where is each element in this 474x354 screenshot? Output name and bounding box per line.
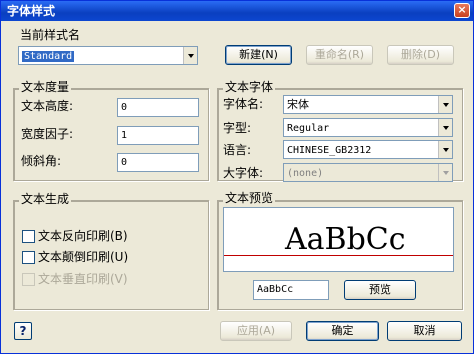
- window-title: 字体样式: [7, 4, 56, 18]
- cancel-button[interactable]: 取消: [387, 321, 462, 341]
- title-bar[interactable]: 字体样式 ×: [1, 1, 473, 21]
- new-style-button[interactable]: 新建(N): [225, 45, 292, 65]
- text-font-title: 文本字体: [223, 80, 276, 94]
- rename-style-button[interactable]: 重命名(R): [306, 45, 373, 65]
- chevron-down-icon[interactable]: [438, 96, 452, 113]
- preview-baseline: [224, 255, 453, 256]
- font-name-label: 字体名:: [223, 97, 264, 111]
- ok-button[interactable]: 确定: [306, 321, 379, 341]
- width-factor-input[interactable]: 1: [117, 126, 199, 145]
- language-select[interactable]: CHINESE_GB2312: [283, 140, 453, 159]
- font-name-value: 宋体: [287, 98, 309, 111]
- current-style-value: Standard: [22, 51, 75, 62]
- language-label: 语言:: [223, 143, 252, 157]
- text-height-label: 文本高度:: [21, 99, 74, 113]
- text-height-input[interactable]: 0: [117, 98, 199, 117]
- text-preview-title: 文本预览: [223, 191, 276, 205]
- current-style-label: 当前样式名: [20, 28, 81, 42]
- apply-button[interactable]: 应用(A): [220, 321, 292, 341]
- chevron-down-icon[interactable]: [183, 47, 197, 64]
- oblique-angle-label: 倾斜角:: [21, 154, 62, 168]
- text-measure-title: 文本度量: [19, 80, 72, 94]
- preview-sample-text: AaBbCc: [285, 222, 406, 257]
- chevron-down-icon[interactable]: [438, 141, 452, 158]
- chevron-down-icon[interactable]: [438, 119, 452, 136]
- font-style-label: 字型:: [223, 121, 252, 135]
- close-icon[interactable]: ×: [454, 3, 470, 18]
- current-style-select[interactable]: Standard: [18, 46, 198, 65]
- font-style-dialog: 字体样式 × 当前样式名 Standard 新建(N) 重命名(R) 删除(D)…: [0, 0, 474, 354]
- backwards-label[interactable]: 文本反向印刷(B): [38, 229, 128, 243]
- upside-down-label[interactable]: 文本颠倒印刷(U): [38, 250, 128, 264]
- font-name-select[interactable]: 宋体: [283, 95, 453, 114]
- vertical-checkbox[interactable]: [22, 273, 35, 286]
- width-factor-label: 宽度因子:: [21, 127, 74, 141]
- help-icon[interactable]: ?: [14, 322, 32, 340]
- vertical-label[interactable]: 文本垂直印刷(V): [38, 272, 128, 286]
- chevron-down-icon[interactable]: [438, 164, 452, 181]
- preview-button[interactable]: 预览: [344, 280, 416, 300]
- upside-down-checkbox[interactable]: [22, 251, 35, 264]
- bigfont-value: (none): [287, 168, 324, 179]
- bigfont-label: 大字体:: [223, 166, 264, 180]
- text-generation-title: 文本生成: [19, 192, 72, 206]
- backwards-checkbox[interactable]: [22, 230, 35, 243]
- font-style-select[interactable]: Regular: [283, 118, 453, 137]
- bigfont-select[interactable]: (none): [283, 163, 453, 182]
- font-style-value: Regular: [287, 123, 330, 134]
- oblique-angle-input[interactable]: 0: [117, 153, 199, 172]
- preview-area: AaBbCc: [223, 207, 454, 272]
- preview-text-input[interactable]: AaBbCc: [253, 280, 329, 300]
- language-value: CHINESE_GB2312: [287, 145, 372, 156]
- delete-style-button[interactable]: 删除(D): [387, 45, 454, 65]
